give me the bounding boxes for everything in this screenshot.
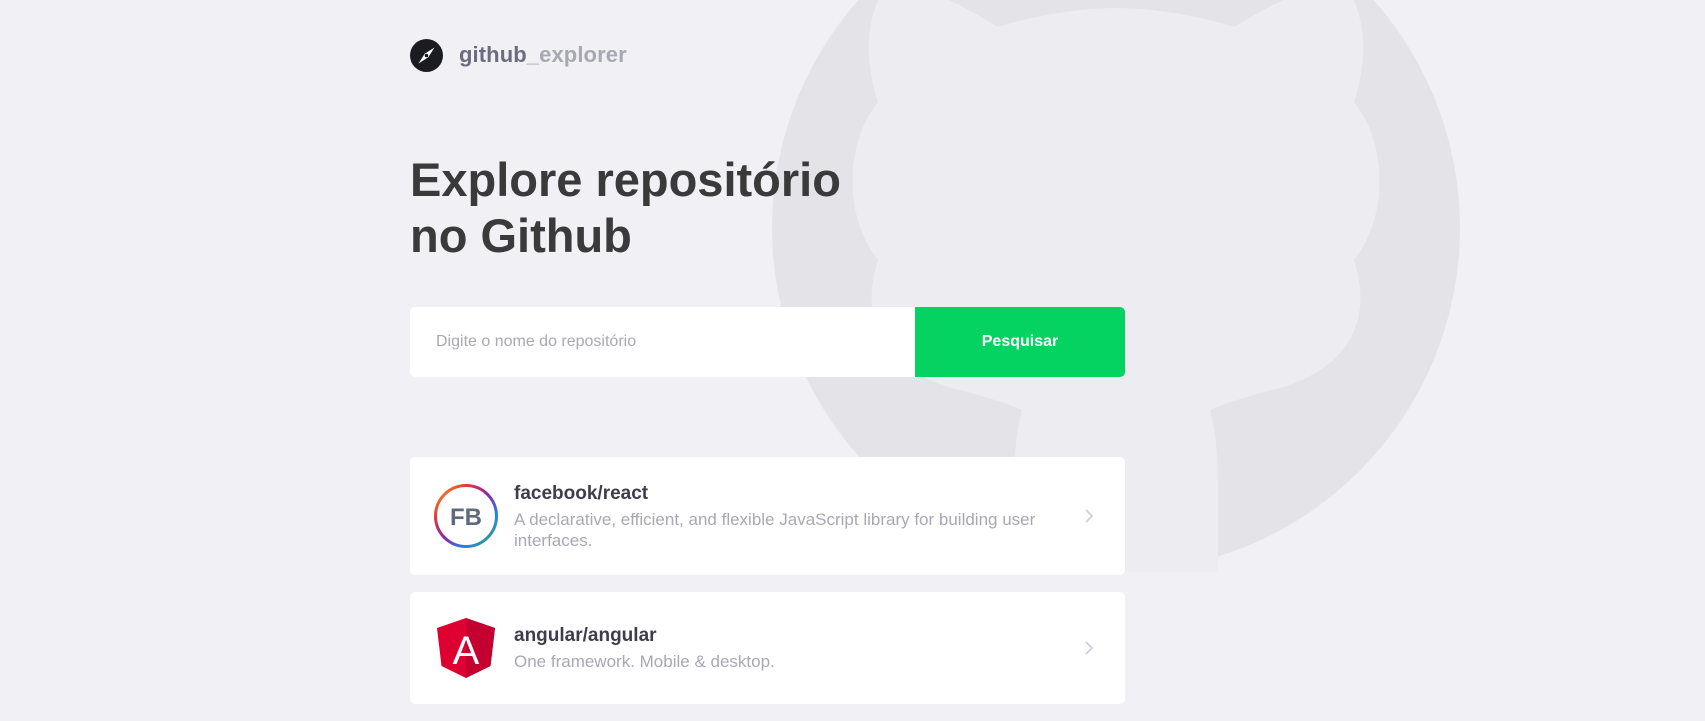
page-title: Explore repositório no Github: [410, 152, 930, 264]
repository-list: FB facebook/react A declarative, efficie…: [410, 457, 1125, 721]
repository-description: A declarative, efficient, and flexible J…: [514, 509, 1036, 550]
repository-info: facebook/react A declarative, efficient,…: [514, 482, 1101, 551]
chevron-right-icon: [1085, 509, 1094, 523]
search-input[interactable]: [410, 307, 915, 377]
repository-name: facebook/react: [514, 482, 649, 504]
angular-avatar-text: A: [453, 629, 480, 673]
search-form: Pesquisar: [410, 307, 1125, 377]
repository-card-angular-angular[interactable]: A angular/angular One framework. Mobile …: [410, 592, 1125, 704]
facebook-avatar-text: FB: [450, 504, 482, 531]
page-title-line-2: no Github: [410, 209, 632, 262]
repository-description: One framework. Mobile & desktop.: [514, 652, 775, 671]
search-button[interactable]: Pesquisar: [915, 307, 1125, 377]
app-name: github_explorer: [459, 42, 627, 68]
repository-info: angular/angular One framework. Mobile & …: [514, 624, 1101, 672]
page-title-line-1: Explore repositório: [410, 153, 841, 206]
compass-icon: [410, 38, 443, 72]
app-name-primary: github: [459, 42, 527, 67]
app-logo: github_explorer: [410, 38, 627, 72]
angular-avatar-icon: A: [437, 618, 495, 678]
repository-name: angular/angular: [514, 625, 657, 646]
repository-card-facebook-react[interactable]: FB facebook/react A declarative, efficie…: [410, 457, 1125, 575]
chevron-right-icon: [1085, 641, 1094, 655]
facebook-avatar-icon: FB: [434, 484, 498, 548]
app-name-secondary: _explorer: [526, 42, 627, 67]
